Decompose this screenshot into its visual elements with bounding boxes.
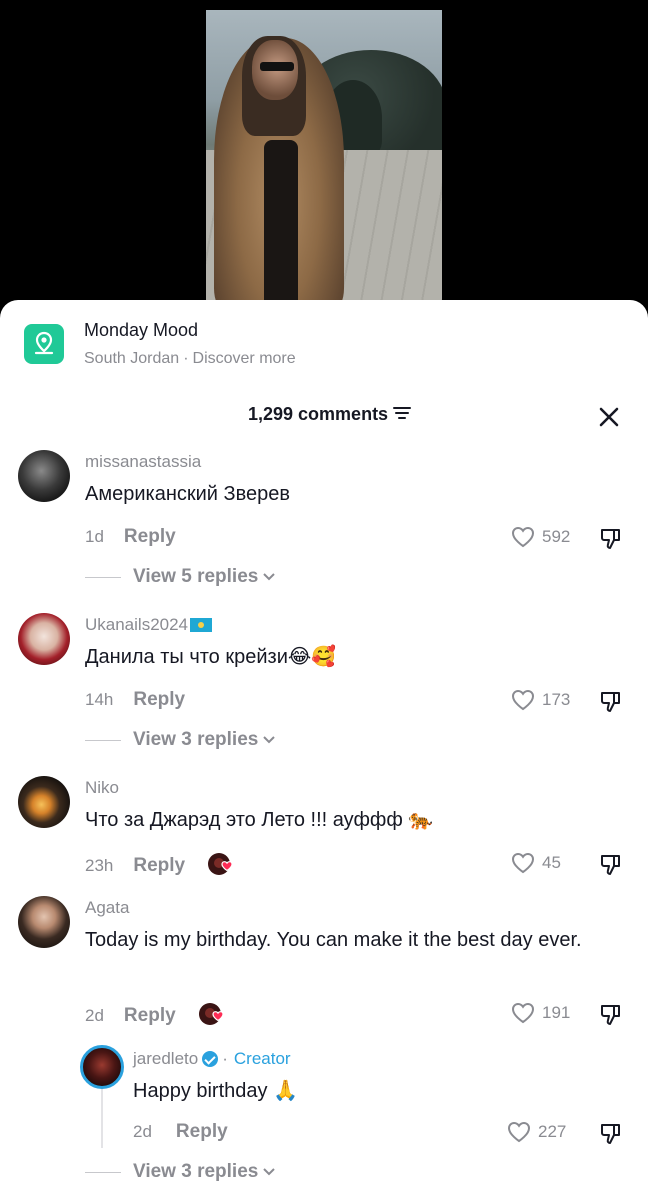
comments-count-label: 1,299 comments — [248, 404, 389, 424]
comment-username[interactable]: Niko — [85, 778, 119, 798]
comments-header: 1,299 comments — [0, 400, 648, 430]
reply-button[interactable]: Reply — [176, 1121, 228, 1143]
heart-icon — [507, 1121, 531, 1143]
like-count: 227 — [538, 1122, 567, 1141]
comment-username[interactable]: missanastassia — [85, 452, 201, 472]
comment-time: 1d — [85, 527, 104, 546]
dislike-icon[interactable] — [598, 526, 624, 552]
video-person-body — [264, 140, 298, 310]
video-player[interactable] — [0, 0, 648, 320]
location-promo[interactable]: Monday Mood South Jordan · Discover more — [24, 318, 296, 368]
comment-time: 2d — [133, 1122, 152, 1141]
avatar[interactable] — [18, 776, 70, 828]
comment-meta: 14h Reply — [85, 689, 185, 711]
chevron-down-icon — [263, 573, 276, 581]
creator-reply-text: Happy birthday 🙏 — [133, 1080, 298, 1102]
creator-liked-avatar — [207, 852, 235, 880]
filter-icon[interactable] — [393, 404, 412, 425]
promo-subtitle[interactable]: South Jordan · Discover more — [84, 350, 296, 368]
creator-username[interactable]: jaredleto · Creator — [133, 1049, 291, 1069]
divider-line — [85, 1171, 121, 1173]
promo-discover-link[interactable]: Discover more — [193, 350, 296, 367]
heart-icon — [511, 689, 535, 711]
comment-time: 23h — [85, 856, 114, 875]
dislike-icon[interactable] — [598, 1121, 624, 1147]
like-button[interactable]: 227 — [506, 1120, 566, 1144]
view-replies-label: View 3 replies — [133, 729, 259, 750]
heart-icon — [511, 1002, 535, 1024]
comment-time: 2d — [85, 1006, 104, 1025]
location-pin-icon — [24, 324, 64, 364]
verified-badge-icon — [202, 1051, 219, 1067]
view-replies-label: View 5 replies — [133, 566, 259, 587]
comment-meta: 1d Reply — [85, 526, 176, 548]
comment-meta: 23h Reply — [85, 852, 235, 880]
heart-icon — [511, 852, 535, 874]
creator-avatar[interactable] — [80, 1045, 124, 1089]
avatar[interactable] — [18, 896, 70, 948]
promo-location: South Jordan — [84, 350, 180, 367]
like-button[interactable]: 45 — [510, 851, 561, 875]
video-person-sunglasses — [260, 62, 294, 71]
like-count: 173 — [542, 690, 571, 709]
comments-sheet: Monday Mood South Jordan · Discover more 1… — [0, 300, 648, 1200]
video-thumbnail[interactable] — [206, 10, 442, 310]
comments-count[interactable]: 1,299 comments — [248, 404, 412, 425]
like-count: 45 — [542, 853, 561, 872]
creator-username-label: jaredleto — [133, 1049, 199, 1068]
like-count: 191 — [542, 1003, 571, 1022]
dislike-icon[interactable] — [598, 689, 624, 715]
promo-separator: · — [183, 350, 189, 367]
close-icon[interactable] — [596, 404, 622, 430]
comment-text: Today is my birthday. You can make it th… — [85, 929, 582, 951]
like-count: 592 — [542, 527, 571, 546]
avatar[interactable] — [18, 450, 70, 502]
view-replies-button[interactable]: View 5 replies — [85, 566, 276, 588]
view-replies-label: View 3 replies — [133, 1161, 259, 1182]
flag-icon — [190, 618, 213, 632]
divider-line — [85, 576, 121, 578]
avatar[interactable] — [18, 613, 70, 665]
reply-button[interactable]: Reply — [133, 855, 185, 877]
chevron-down-icon — [263, 1168, 276, 1176]
like-button[interactable]: 173 — [510, 688, 570, 712]
dislike-icon[interactable] — [598, 852, 624, 878]
heart-icon — [511, 526, 535, 548]
chevron-down-icon — [263, 736, 276, 744]
comment-text: Данила ты что крейзи😂🥰 — [85, 646, 337, 668]
comment-username[interactable]: Ukanails2024 — [85, 615, 213, 635]
divider-line — [85, 739, 121, 741]
view-replies-button[interactable]: View 3 replies — [85, 729, 276, 751]
reply-button[interactable]: Reply — [133, 689, 185, 711]
reply-thread-line — [101, 1082, 103, 1148]
comment-text: Американский Зверев — [85, 483, 290, 505]
promo-title: Monday Mood — [84, 320, 199, 340]
comment-text: Что за Джарэд это Лето !!! ауффф 🐅 — [85, 809, 434, 831]
creator-label: Creator — [233, 1049, 291, 1068]
creator-separator: · — [222, 1049, 228, 1068]
comment-username-label: Ukanails2024 — [85, 615, 189, 634]
dislike-icon[interactable] — [598, 1002, 624, 1028]
reply-button[interactable]: Reply — [124, 1005, 176, 1027]
comment-username[interactable]: Agata — [85, 898, 129, 918]
view-replies-button[interactable]: View 3 replies — [85, 1161, 276, 1183]
comment-meta: 2d Reply — [85, 1002, 226, 1030]
creator-liked-avatar — [198, 1002, 226, 1030]
comment-time: 14h — [85, 690, 114, 709]
creator-reply-meta: 2d Reply — [133, 1121, 228, 1143]
reply-button[interactable]: Reply — [124, 526, 176, 548]
like-button[interactable]: 592 — [510, 525, 570, 549]
like-button[interactable]: 191 — [510, 1001, 570, 1025]
